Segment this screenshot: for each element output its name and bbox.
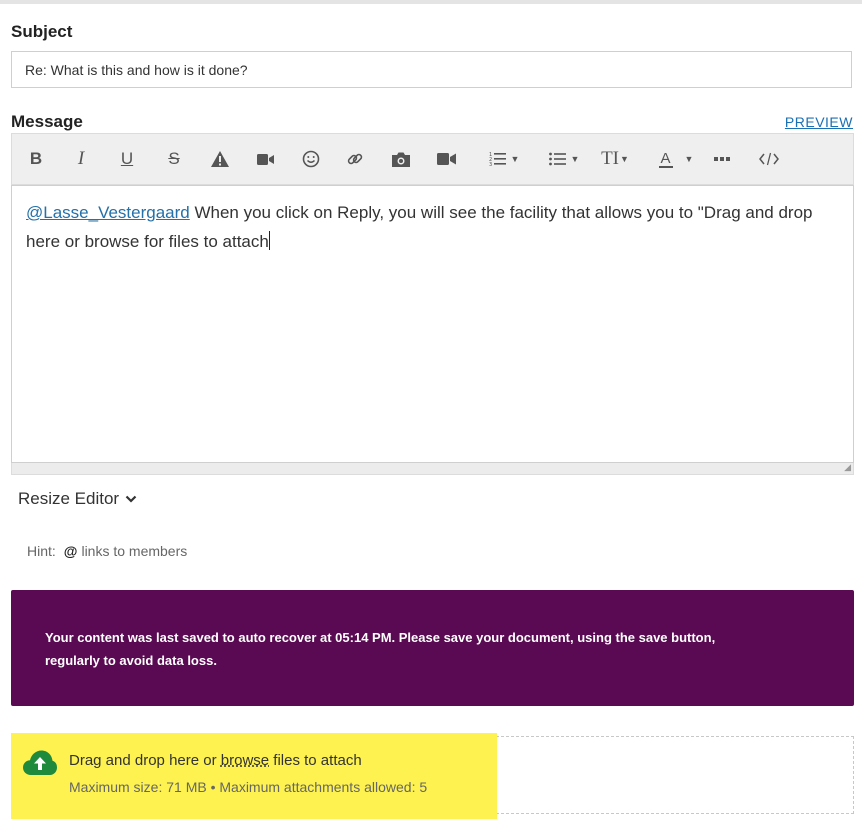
svg-text:3: 3 [489, 162, 492, 167]
more-icon [714, 157, 730, 161]
preview-link[interactable]: PREVIEW [785, 114, 853, 130]
resize-editor-toggle[interactable]: Resize Editor [18, 489, 137, 509]
editor-toolbar: B I U S 123 ▼ ▼ TI ▼ A ▼ [11, 133, 854, 185]
at-symbol: @ [63, 543, 78, 559]
text-color-button[interactable]: A ▼ [654, 146, 698, 172]
browse-files-link[interactable]: browse [221, 752, 269, 769]
italic-button[interactable]: I [71, 146, 91, 172]
link-icon [347, 153, 363, 165]
drop-instructions: Drag and drop here or browse files to at… [69, 752, 362, 769]
message-editor[interactable]: @Lasse_Vestergaard When you click on Rep… [11, 185, 854, 463]
bullet-list-icon [548, 152, 566, 166]
autosave-message-line-1: Your content was last saved to auto reco… [45, 630, 716, 645]
hint-label: Hint: [27, 543, 56, 559]
chevron-down-icon: ▼ [620, 154, 629, 164]
camera-icon [392, 152, 410, 167]
source-code-button[interactable] [757, 146, 781, 172]
drop-prefix-text: Drag and drop here or [69, 752, 221, 769]
emoji-button[interactable] [300, 146, 322, 172]
attachment-limits: Maximum size: 71 MB • Maximum attachment… [69, 779, 428, 795]
underline-icon: U [120, 149, 134, 168]
emoji-icon [302, 150, 320, 168]
insert-media-button[interactable] [435, 146, 459, 172]
insert-link-button[interactable] [344, 146, 366, 172]
text-size-button[interactable]: TI ▼ [598, 146, 632, 172]
source-code-icon [759, 152, 779, 166]
video-camera-icon [437, 153, 456, 165]
text-cursor [268, 231, 270, 250]
top-divider [0, 0, 862, 4]
subject-label: Subject [11, 22, 73, 41]
chevron-down-icon: ▼ [684, 154, 694, 164]
underline-button[interactable]: U [117, 146, 137, 172]
chevron-down-icon: ▼ [510, 154, 520, 164]
cloud-upload-icon [23, 750, 57, 775]
chevron-down-icon: ▼ [570, 154, 580, 164]
autosave-message-line-2: regularly to avoid data loss. [45, 653, 217, 668]
editor-resize-handle[interactable]: ◢ [11, 462, 854, 475]
spoiler-button[interactable] [209, 146, 231, 172]
bold-button[interactable]: B [26, 146, 46, 172]
insert-video-button[interactable] [255, 146, 277, 172]
bold-icon: B [29, 149, 43, 168]
more-options-button[interactable] [712, 146, 732, 172]
subject-input[interactable] [11, 51, 852, 88]
strikethrough-button[interactable]: S [164, 146, 184, 172]
insert-photo-button[interactable] [390, 146, 412, 172]
editor-hint: Hint: @ links to members [27, 543, 187, 559]
autosave-banner: Your content was last saved to auto reco… [11, 590, 854, 706]
resize-grip-icon: ◢ [844, 462, 851, 472]
chevron-down-icon [125, 495, 137, 503]
bullet-list-button[interactable]: ▼ [542, 146, 586, 172]
ordered-list-icon: 123 [489, 152, 506, 167]
italic-icon: I [77, 148, 85, 169]
text-size-icon: TI [601, 148, 619, 169]
message-label: Message [11, 112, 83, 131]
highlight-overlay [11, 733, 497, 819]
video-icon [257, 153, 274, 165]
ordered-list-button[interactable]: 123 ▼ [482, 146, 526, 172]
resize-editor-label: Resize Editor [18, 489, 120, 508]
text-color-icon: A [658, 149, 673, 168]
drop-suffix-text: files to attach [269, 752, 362, 769]
hint-text: links to members [81, 543, 188, 559]
warning-icon [211, 151, 229, 167]
member-mention-link[interactable]: @Lasse_Vestergaard [26, 203, 190, 222]
strikethrough-icon: S [168, 149, 180, 168]
